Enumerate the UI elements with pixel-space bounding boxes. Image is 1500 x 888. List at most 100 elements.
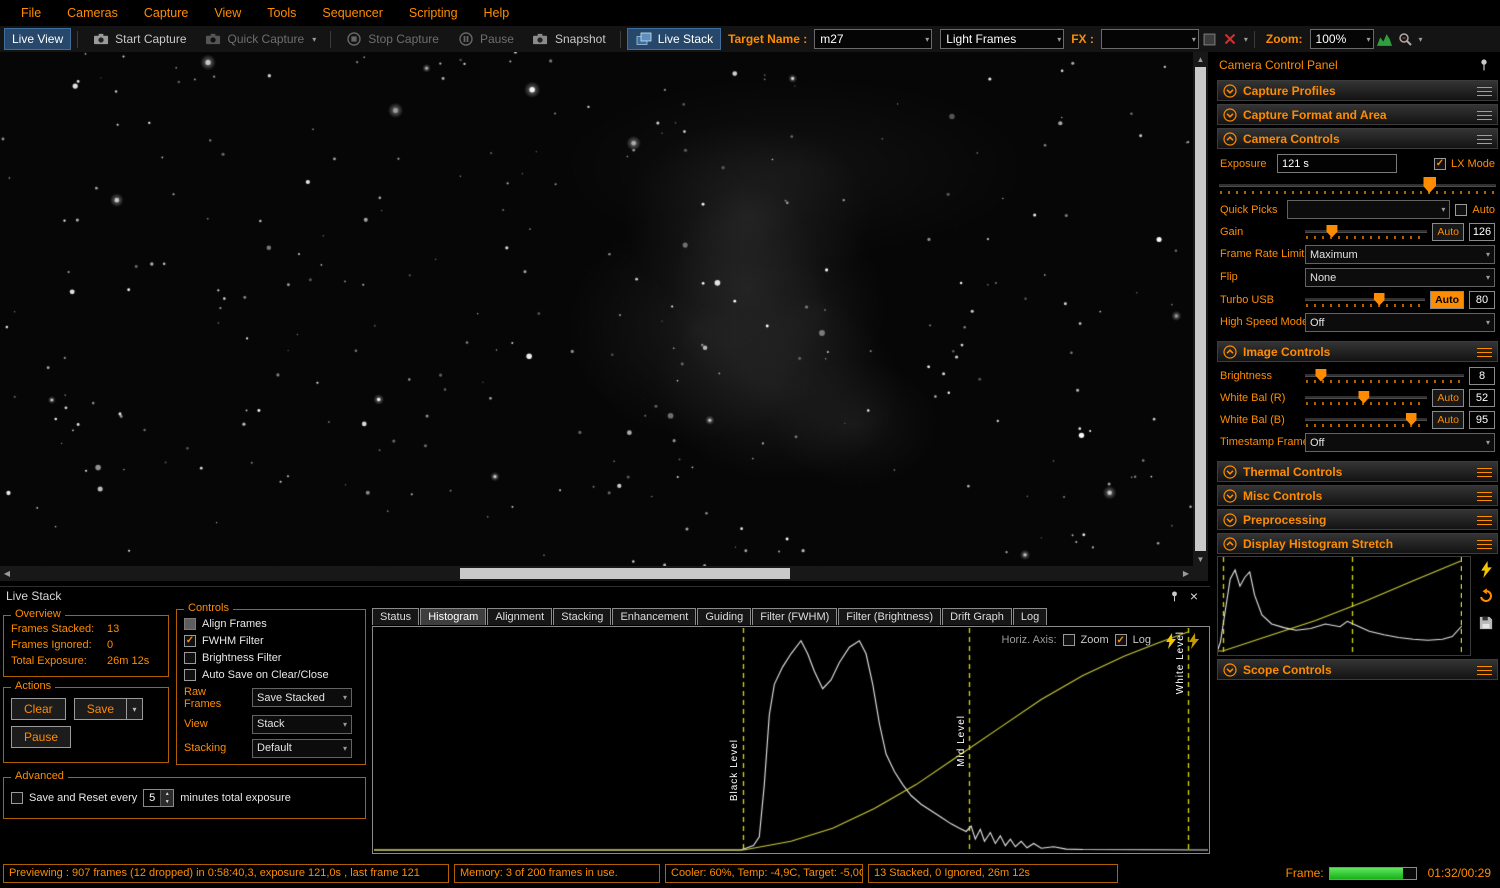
gain-value[interactable]: 126: [1469, 223, 1495, 241]
live-view-button[interactable]: Live View: [4, 28, 71, 50]
stacking-select[interactable]: Default▾: [252, 739, 352, 758]
auto-stretch-histogram-icon[interactable]: [1376, 29, 1394, 49]
stepper-down-icon[interactable]: ▼: [161, 798, 173, 806]
menu-item-view[interactable]: View: [201, 6, 254, 20]
flip-select[interactable]: None▾: [1305, 268, 1495, 287]
pause-capture-button[interactable]: Pause: [449, 28, 522, 50]
frame-rate-limit-select[interactable]: Maximum▾: [1305, 245, 1495, 264]
menu-item-sequencer[interactable]: Sequencer: [309, 6, 395, 20]
tab-guiding[interactable]: Guiding: [697, 608, 751, 625]
white-balance-r-value[interactable]: 52: [1469, 389, 1495, 407]
tab-filter-fwhm[interactable]: Filter (FWHM): [752, 608, 837, 625]
tab-log[interactable]: Log: [1013, 608, 1047, 625]
section-menu-icon[interactable]: [1477, 107, 1492, 123]
vertical-scroll-thumb[interactable]: [1195, 67, 1206, 551]
align-frames-checkbox[interactable]: [184, 618, 196, 630]
save-button[interactable]: Save: [74, 698, 127, 720]
raw-frames-select[interactable]: Save Stacked▾: [252, 688, 352, 707]
auto-stretch-lightning-icon[interactable]: [1161, 631, 1181, 651]
minutes-stepper[interactable]: 5 ▲▼: [143, 789, 174, 807]
quick-picks-select[interactable]: ▾: [1287, 200, 1450, 219]
white-balance-r-slider[interactable]: [1305, 390, 1427, 407]
display-stretch-graph[interactable]: [1217, 556, 1471, 656]
live-stack-button[interactable]: Live Stack: [627, 28, 721, 50]
horizontal-scrollbar[interactable]: ◀ ▶: [0, 566, 1193, 581]
tab-stacking[interactable]: Stacking: [553, 608, 611, 625]
section-menu-icon[interactable]: [1477, 662, 1492, 678]
gain-slider[interactable]: [1305, 224, 1427, 241]
section-image-controls[interactable]: Image Controls: [1217, 341, 1498, 362]
chevron-down-icon[interactable]: ▾: [1244, 35, 1248, 44]
lx-mode-checkbox[interactable]: [1434, 158, 1446, 170]
section-scope-controls[interactable]: Scope Controls: [1217, 659, 1498, 680]
menu-item-capture[interactable]: Capture: [131, 6, 201, 20]
start-capture-button[interactable]: Start Capture: [84, 28, 194, 50]
brightness-filter-checkbox[interactable]: [184, 652, 196, 664]
section-display-histogram-stretch[interactable]: Display Histogram Stretch: [1217, 533, 1498, 554]
save-stretch-icon[interactable]: [1476, 613, 1496, 633]
section-menu-icon[interactable]: [1477, 464, 1492, 480]
menu-item-cameras[interactable]: Cameras: [54, 6, 131, 20]
vertical-scrollbar[interactable]: ▲ ▼: [1193, 52, 1208, 566]
main-image-canvas[interactable]: [0, 52, 1193, 566]
histogram-log-checkbox[interactable]: [1115, 634, 1127, 646]
turbo-usb-auto-button[interactable]: Auto: [1430, 291, 1464, 309]
brightness-slider[interactable]: [1305, 368, 1464, 385]
save-and-reset-checkbox[interactable]: [11, 792, 23, 804]
stepper-up-icon[interactable]: ▲: [161, 790, 173, 798]
quick-capture-button[interactable]: Quick Capture ▾: [197, 28, 325, 50]
tab-filter-brightness[interactable]: Filter (Brightness): [838, 608, 941, 625]
tab-enhancement[interactable]: Enhancement: [612, 608, 696, 625]
tab-histogram[interactable]: Histogram: [420, 608, 486, 625]
turbo-usb-slider[interactable]: [1305, 292, 1425, 309]
clear-button[interactable]: Clear: [11, 698, 66, 720]
white-balance-b-slider[interactable]: [1305, 412, 1427, 429]
turbo-usb-value[interactable]: 80: [1469, 291, 1495, 309]
section-menu-icon[interactable]: [1477, 536, 1492, 552]
close-icon[interactable]: ×: [1184, 586, 1204, 606]
display-stretch-canvas[interactable]: [1218, 557, 1462, 653]
auto-stretch-lightning-icon[interactable]: [1476, 559, 1496, 579]
target-name-input[interactable]: m27 ▾: [814, 29, 932, 49]
tab-drift-graph[interactable]: Drift Graph: [942, 608, 1012, 625]
horizontal-scroll-thumb[interactable]: [460, 568, 790, 579]
section-menu-icon[interactable]: [1477, 131, 1492, 147]
section-thermal-controls[interactable]: Thermal Controls: [1217, 461, 1498, 482]
section-misc-controls[interactable]: Misc Controls: [1217, 485, 1498, 506]
fx-select[interactable]: ▾: [1101, 29, 1199, 49]
exposure-auto-checkbox[interactable]: [1455, 204, 1467, 216]
live-stack-histogram-plot[interactable]: Horiz. Axis: Zoom Log Black Level Mid Le…: [372, 626, 1210, 854]
auto-save-checkbox[interactable]: [184, 669, 196, 681]
scroll-down-icon[interactable]: ▼: [1193, 552, 1208, 566]
section-preprocessing[interactable]: Preprocessing: [1217, 509, 1498, 530]
section-menu-icon[interactable]: [1477, 344, 1492, 360]
histogram-canvas[interactable]: [374, 628, 1208, 852]
snapshot-button[interactable]: Snapshot: [524, 28, 614, 50]
scroll-left-icon[interactable]: ◀: [0, 566, 14, 581]
scroll-up-icon[interactable]: ▲: [1193, 52, 1208, 66]
white-balance-r-auto-button[interactable]: Auto: [1432, 389, 1464, 407]
histogram-zoom-checkbox[interactable]: [1063, 634, 1075, 646]
menu-item-tools[interactable]: Tools: [254, 6, 309, 20]
white-balance-b-auto-button[interactable]: Auto: [1432, 411, 1464, 429]
brightness-value[interactable]: 8: [1469, 367, 1495, 385]
stretch-options-lightning-icon[interactable]: [1184, 631, 1204, 651]
selection-area-icon[interactable]: [1201, 29, 1219, 49]
section-menu-icon[interactable]: [1477, 488, 1492, 504]
exposure-slider[interactable]: [1219, 176, 1496, 197]
frame-type-select[interactable]: Light Frames ▾: [940, 29, 1064, 49]
gain-auto-button[interactable]: Auto: [1432, 223, 1464, 241]
fwhm-filter-checkbox[interactable]: [184, 635, 196, 647]
fx-clear-icon[interactable]: [1221, 29, 1239, 49]
zoom-tool-icon[interactable]: [1396, 29, 1414, 49]
menu-item-scripting[interactable]: Scripting: [396, 6, 471, 20]
section-capture-format[interactable]: Capture Format and Area: [1217, 104, 1498, 125]
pause-button[interactable]: Pause: [11, 726, 71, 748]
stop-capture-button[interactable]: Stop Capture: [337, 28, 447, 50]
high-speed-mode-select[interactable]: Off▾: [1305, 313, 1495, 332]
zoom-select[interactable]: 100% ▾: [1310, 29, 1374, 49]
section-camera-controls[interactable]: Camera Controls: [1217, 128, 1498, 149]
scroll-right-icon[interactable]: ▶: [1179, 566, 1193, 581]
chevron-down-icon[interactable]: ▾: [1419, 35, 1423, 44]
menu-item-file[interactable]: File: [8, 6, 54, 20]
